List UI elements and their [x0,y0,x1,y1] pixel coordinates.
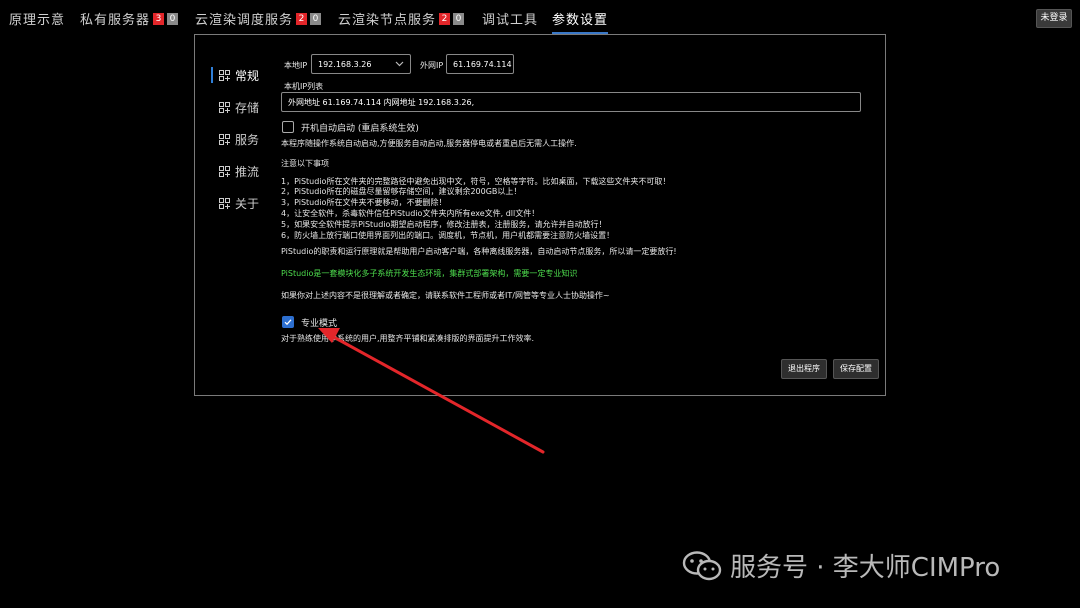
note-item: 6，防火墙上放行端口使用界面列出的端口。调度机，节点机，用户机都需要注意防火墙设… [281,231,615,240]
grid-plus-icon [219,69,230,81]
wechat-icon [682,550,722,580]
save-button[interactable]: 保存配置 [833,359,879,379]
settings-dialog: 常规 存储 服务 推流 关于 本地IP 192.168.3.26 外网IP 61… [194,34,886,396]
sidebar-item-streaming[interactable]: 推流 [219,161,259,181]
sidebar-item-about[interactable]: 关于 [219,193,259,213]
tab-private-server[interactable]: 私有服务器 3 0 [80,9,179,28]
notes-title: 注意以下事项 [281,159,329,168]
general-settings-panel: 本地IP 192.168.3.26 外网IP 61.169.74.114 本机I… [281,35,881,395]
public-ip-field[interactable]: 61.169.74.114 [446,54,514,74]
sidebar-item-service[interactable]: 服务 [219,129,259,149]
idle-count-badge: 0 [310,12,322,25]
tab-principle[interactable]: 原理示意 [9,9,65,28]
local-ip-label: 本地IP [284,61,308,70]
help-note: 如果你对上述内容不是很理解或者确定，请联系软件工程师或者IT/网管等专业人士协助… [281,291,610,300]
check-icon [284,319,292,326]
grid-plus-icon [219,165,230,177]
note-item: 4，让安全软件，杀毒软件信任PiStudio文件夹内所有exe文件, dll文件… [281,209,540,218]
grid-plus-icon [219,133,230,145]
note-item: 2，PiStudio所在的磁盘尽量留够存储空间，建议剩余200GB以上！ [281,187,522,196]
grid-plus-icon [219,101,230,113]
error-count-badge: 2 [296,12,308,25]
tab-settings[interactable]: 参数设置 [552,9,609,34]
local-ip-select[interactable]: 192.168.3.26 [311,54,411,74]
sidebar-item-storage[interactable]: 存储 [219,97,259,117]
idle-count-badge: 0 [167,12,179,25]
autostart-description: 本程序随操作系统自动启动,方便服务自动启动,服务器停电或者重启后无需人工操作. [281,139,577,148]
note-item: 5，如果安全软件提示PiStudio期望启动程序，修改注册表，注册服务，请允许并… [281,220,607,229]
tab-scheduler-service[interactable]: 云渲染调度服务 2 0 [195,9,322,28]
pro-mode-checkbox[interactable] [282,316,294,328]
error-count-badge: 3 [153,12,165,25]
ip-list-field[interactable]: 外网地址 61.169.74.114 内网地址 192.168.3.26, [281,92,861,112]
public-ip-label: 外网IP [420,61,444,70]
note-item: 3，PiStudio所在文件夹不要移动，不要删除！ [281,198,447,207]
chevron-down-icon [395,61,404,67]
ip-list-label: 本机IP列表 [284,82,324,91]
ecosystem-note: PiStudio是一套模块化多子系统开发生态环境，集群式部署架构，需要一定专业知… [281,269,578,278]
autostart-label: 开机自动启动 (重启系统生效) [301,124,419,134]
idle-count-badge: 0 [453,12,465,25]
error-count-badge: 2 [439,12,451,25]
pro-mode-label: 专业模式 [301,319,338,329]
active-indicator [211,67,213,83]
watermark: 服务号 · 李大师CIMPro [682,547,1000,584]
watermark-text: 服务号 · 李大师CIMPro [730,553,1001,583]
role-description: PiStudio的职责和运行原理就是帮助用户启动客户端，各种离线服务器，自动启动… [281,247,677,256]
grid-plus-icon [219,197,230,209]
exit-button[interactable]: 退出程序 [781,359,827,379]
autostart-checkbox[interactable] [282,121,294,133]
login-button[interactable]: 未登录 [1036,9,1072,28]
tab-debug-tools[interactable]: 调试工具 [482,9,538,28]
sidebar-item-general[interactable]: 常规 [219,65,259,85]
tab-node-service[interactable]: 云渲染节点服务 2 0 [338,9,465,28]
top-nav: 原理示意 私有服务器 3 0 云渲染调度服务 2 0 云渲染节点服务 2 0 调… [0,0,1080,34]
pro-mode-description: 对于熟练使用本系统的用户,用整齐平铺和紧凑排版的界面提升工作效率. [281,334,535,343]
